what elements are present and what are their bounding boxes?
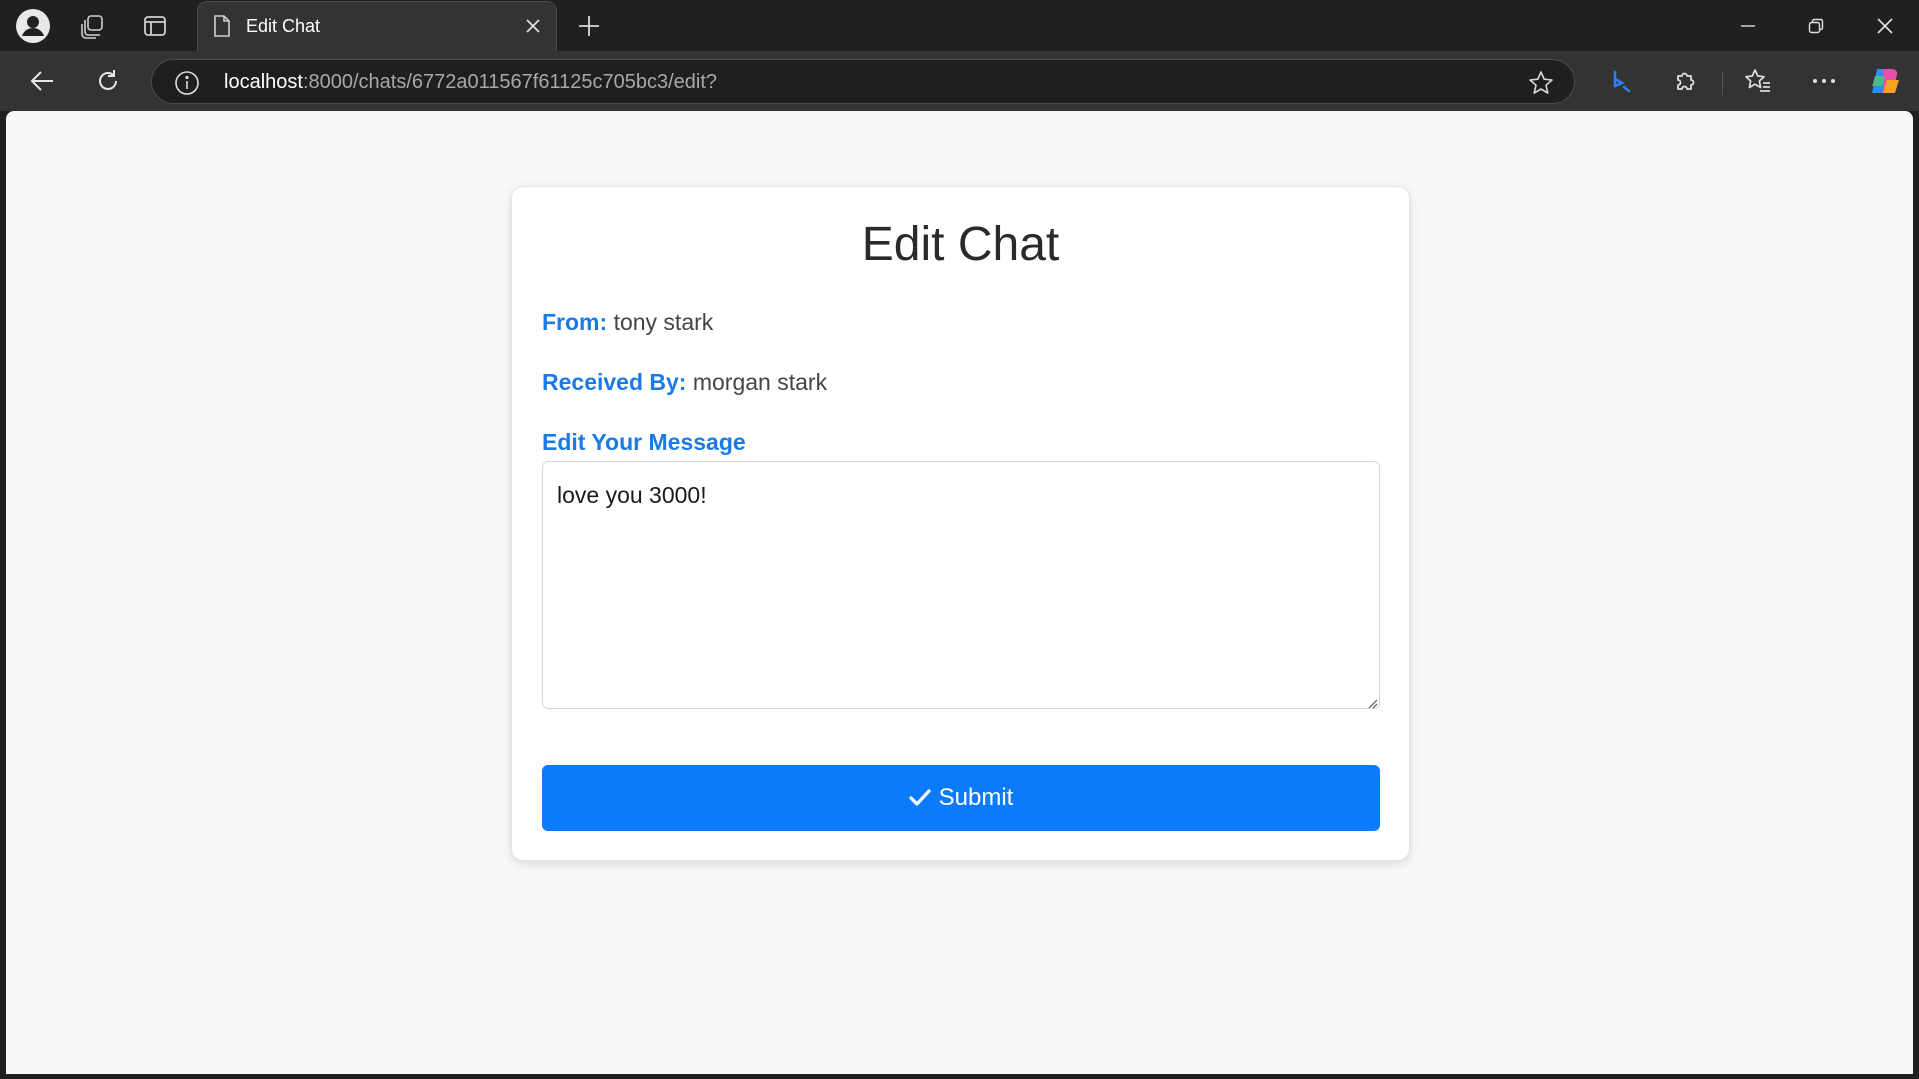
toolbar-divider [1722,71,1723,95]
from-row: From: tony stark [542,309,713,336]
url-path: :8000/chats/6772a011567f61125c705bc3/edi… [302,71,717,93]
received-by-label: Received By: [542,369,687,395]
page-title: Edit Chat [861,218,1060,271]
restore-icon[interactable] [1782,0,1850,51]
window-close-icon[interactable] [1851,0,1919,51]
url-text[interactable]: localhost:8000/chats/6772a011567f61125c7… [224,71,717,94]
browser-tab-bar: Edit Chat [0,0,1919,51]
from-value: tony stark [613,309,714,335]
back-arrow-icon[interactable] [21,61,63,101]
refresh-icon[interactable] [87,61,129,101]
tab-title: Edit Chat [246,16,321,36]
page-icon [212,15,232,37]
message-label: Edit Your Message [542,429,746,455]
resize-handle-icon[interactable] [1367,696,1378,709]
profile-icon[interactable] [14,8,52,44]
more-icon[interactable] [1803,61,1845,101]
check-icon [909,789,931,806]
favorites-icon[interactable] [1737,61,1779,101]
address-bar[interactable]: localhost:8000/chats/6772a011567f61125c7… [151,59,1575,104]
page-viewport: Edit Chat From: tony stark Received By: … [6,111,1913,1074]
bing-icon[interactable] [1600,61,1642,101]
minimize-icon[interactable] [1714,0,1782,51]
url-host: localhost [224,71,303,93]
from-label: From: [542,309,608,335]
browser-toolbar: localhost:8000/chats/6772a011567f61125c7… [0,51,1919,111]
info-icon[interactable] [174,70,200,96]
edit-chat-card: Edit Chat From: tony stark Received By: … [511,186,1410,861]
star-icon[interactable] [1528,70,1554,96]
received-by-value: morgan stark [692,369,828,395]
received-by-row: Received By: morgan stark [542,369,827,396]
workspaces-icon[interactable] [74,8,112,44]
submit-button[interactable]: Submit [542,765,1380,831]
plus-icon[interactable] [570,8,608,44]
close-icon[interactable] [520,13,546,39]
submit-label: Submit [938,784,1014,811]
message-textarea[interactable]: love you 3000! [542,461,1380,709]
copilot-icon[interactable] [1865,61,1907,101]
active-tab[interactable]: Edit Chat [197,1,557,51]
puzzle-icon[interactable] [1665,61,1707,101]
tab-actions-icon[interactable] [136,8,174,44]
